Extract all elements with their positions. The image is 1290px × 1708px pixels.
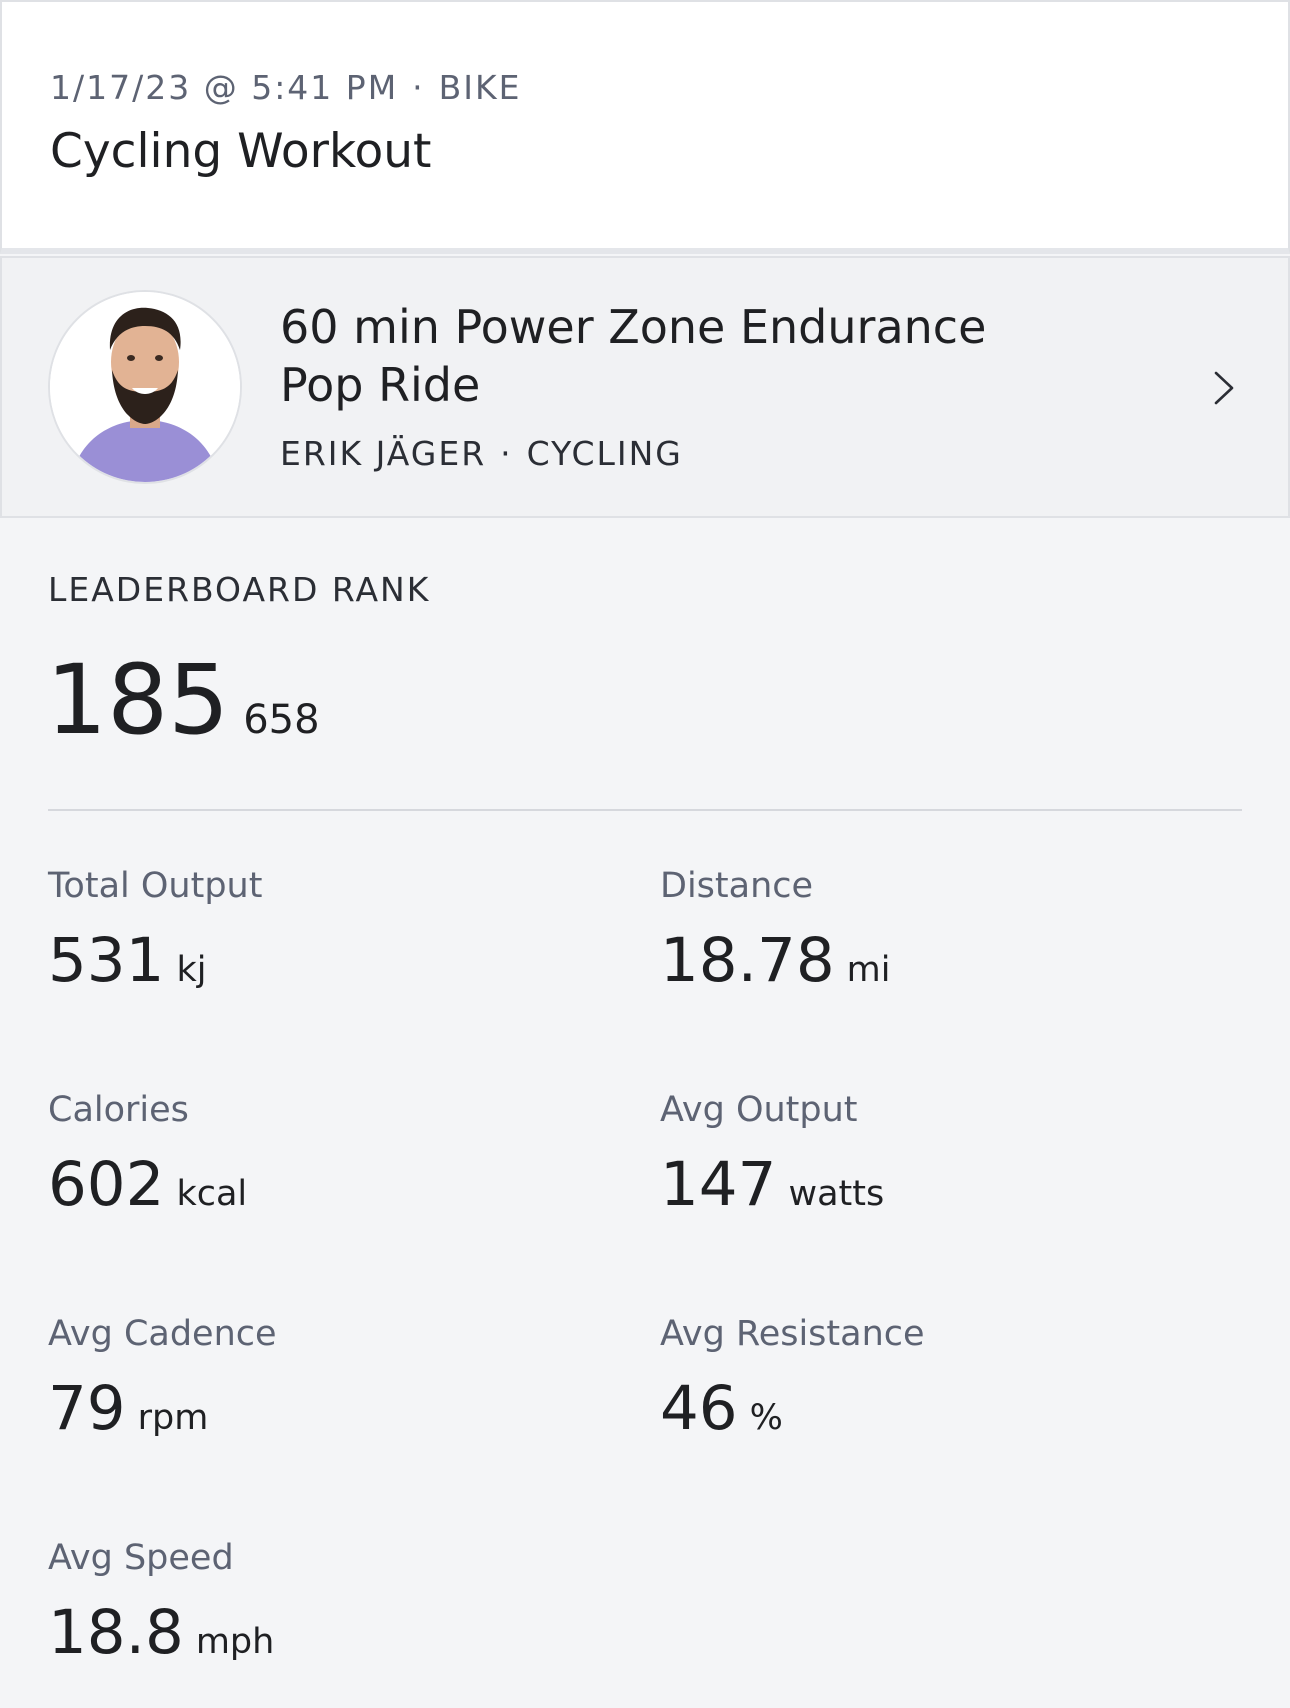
workout-meta: 1/17/23 @ 5:41 PM · BIKE — [50, 68, 522, 107]
workout-title: Cycling Workout — [50, 124, 432, 179]
metric-distance: Distance 18.78 mi — [660, 864, 1220, 996]
meta-separator: · — [412, 68, 425, 107]
metric-label: Total Output — [48, 866, 263, 906]
metric-avg-output: Avg Output 147 watts — [660, 1088, 1220, 1220]
instructor-name: ERIK JÄGER — [280, 434, 487, 473]
metric-value: 531 — [48, 925, 165, 996]
workout-header: 1/17/23 @ 5:41 PM · BIKE Cycling Workout — [0, 0, 1290, 254]
class-separator: · — [500, 434, 513, 473]
class-subtitle: ERIK JÄGER · CYCLING — [280, 434, 683, 473]
metric-avg-cadence: Avg Cadence 79 rpm — [48, 1312, 608, 1444]
metric-calories: Calories 602 kcal — [48, 1088, 608, 1220]
metric-value: 602 — [48, 1149, 165, 1220]
metric-label: Distance — [660, 866, 814, 906]
metric-unit: watts — [788, 1174, 885, 1214]
metric-value: 46 — [660, 1373, 738, 1444]
class-card[interactable]: 60 min Power Zone Endurance Pop Ride ERI… — [0, 256, 1290, 518]
metric-label: Calories — [48, 1090, 189, 1130]
metric-avg-resistance: Avg Resistance 46% — [660, 1312, 1220, 1444]
workout-datetime: 1/17/23 @ 5:41 PM — [50, 68, 399, 107]
metric-unit: mph — [195, 1622, 275, 1662]
metric-label: Avg Speed — [48, 1538, 234, 1578]
class-title: 60 min Power Zone Endurance Pop Ride — [280, 300, 987, 412]
leaderboard-rank-label: LEADERBOARD RANK — [48, 570, 431, 609]
metric-unit: rpm — [137, 1398, 209, 1438]
metric-label: Avg Output — [660, 1090, 858, 1130]
rank-total: 658 — [243, 697, 320, 743]
leaderboard-rank: 185 658 — [46, 650, 320, 750]
workout-device: BIKE — [438, 68, 522, 107]
metric-value: 18.78 — [660, 925, 835, 996]
metric-total-output: Total Output 531 kj — [48, 864, 608, 996]
metric-value: 18.8 — [48, 1597, 184, 1668]
chevron-right-icon[interactable] — [1208, 368, 1238, 408]
instructor-avatar — [48, 290, 242, 484]
rank-value: 185 — [46, 644, 230, 756]
metric-label: Avg Cadence — [48, 1314, 277, 1354]
metric-avg-speed: Avg Speed 18.8 mph — [48, 1536, 608, 1668]
metric-unit: % — [749, 1398, 783, 1438]
metric-value: 147 — [660, 1149, 777, 1220]
metric-label: Avg Resistance — [660, 1314, 925, 1354]
metric-unit: kcal — [176, 1174, 248, 1214]
metric-unit: kj — [176, 950, 207, 990]
metric-value: 79 — [48, 1373, 126, 1444]
divider — [48, 809, 1242, 811]
metric-unit: mi — [846, 950, 891, 990]
class-discipline: CYCLING — [526, 434, 683, 473]
